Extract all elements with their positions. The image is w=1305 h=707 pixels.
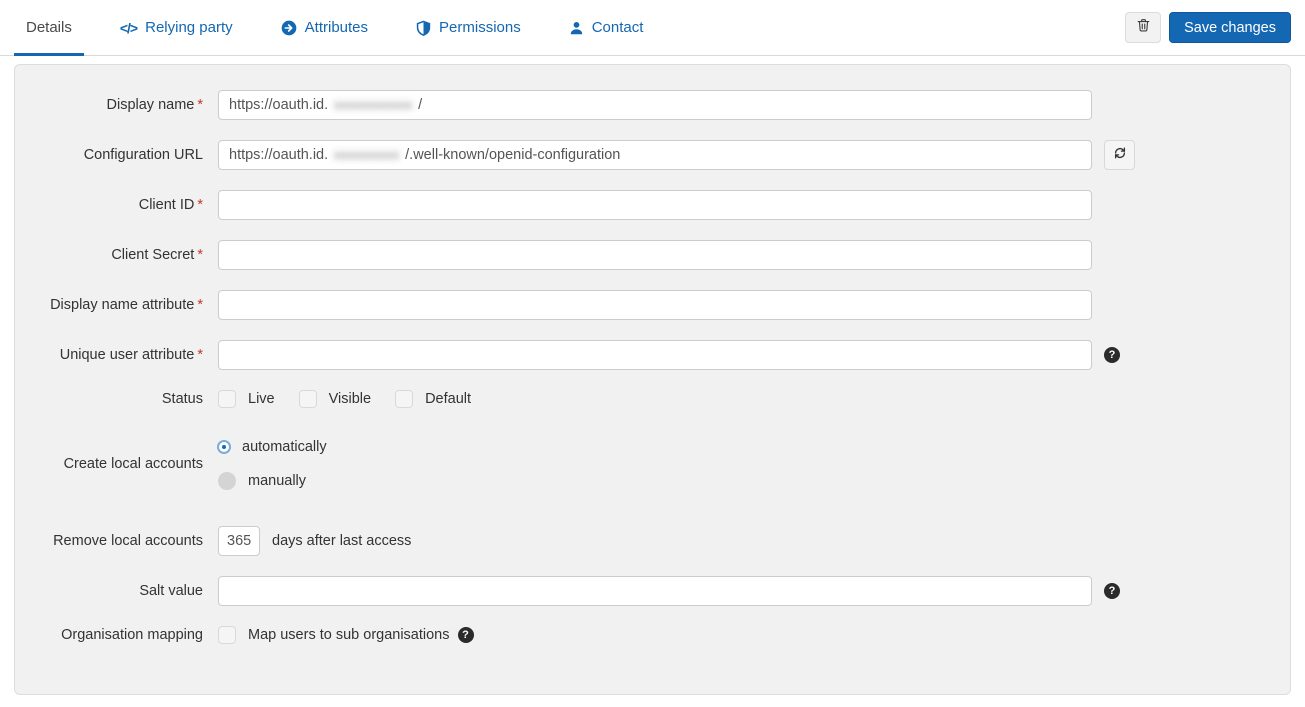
required-marker: * — [197, 247, 203, 263]
configuration-url-input[interactable]: https://oauth.id.xxxxxxxxxx/.well-known/… — [218, 140, 1092, 170]
tab-permissions[interactable]: Permissions — [404, 0, 533, 55]
status-label: Status — [15, 391, 203, 407]
question-circle-icon[interactable]: ? — [458, 627, 474, 643]
user-icon — [569, 20, 584, 36]
display-name-value-prefix: https://oauth.id. — [229, 97, 328, 113]
client-secret-row: Client Secret* — [15, 240, 1290, 270]
automatically-radio[interactable] — [219, 442, 229, 452]
automatically-radio-label: automatically — [242, 439, 327, 455]
tab-attributes-label: Attributes — [305, 19, 368, 36]
arrow-circle-right-icon — [281, 20, 297, 36]
client-secret-label: Client Secret* — [15, 247, 203, 263]
configuration-url-label: Configuration URL — [15, 147, 203, 163]
status-option-default: Default — [395, 390, 471, 408]
status-option-live: Live — [218, 390, 275, 408]
display-name-value-redacted: xxxxxxxxxxxx — [329, 96, 417, 114]
display-name-value-suffix: / — [418, 97, 422, 113]
configuration-url-value-redacted: xxxxxxxxxx — [329, 146, 404, 164]
organisation-mapping-option: Map users to sub organisations ? — [218, 626, 474, 644]
visible-checkbox[interactable] — [299, 390, 317, 408]
visible-checkbox-label: Visible — [329, 391, 371, 407]
create-local-accounts-radio-group: automatically manually — [218, 432, 327, 496]
tab-contact-label: Contact — [592, 19, 644, 36]
required-marker: * — [197, 297, 203, 313]
tab-relying-party[interactable]: </> Relying party — [108, 0, 245, 55]
required-marker: * — [197, 197, 203, 213]
remove-local-accounts-suffix: days after last access — [272, 533, 411, 549]
delete-button[interactable] — [1125, 12, 1161, 43]
configuration-url-value-suffix: /.well-known/openid-configuration — [405, 147, 620, 163]
tab-contact[interactable]: Contact — [557, 0, 656, 55]
live-checkbox-label: Live — [248, 391, 275, 407]
remove-local-accounts-label: Remove local accounts — [15, 533, 203, 549]
save-button-label: Save changes — [1184, 20, 1276, 36]
organisation-mapping-label: Organisation mapping — [15, 627, 203, 643]
question-circle-icon[interactable]: ? — [1104, 347, 1120, 363]
manually-radio-label: manually — [248, 473, 306, 489]
shield-icon — [416, 20, 431, 36]
tab-attributes[interactable]: Attributes — [269, 0, 380, 55]
tab-details[interactable]: Details — [14, 0, 84, 55]
map-users-checkbox[interactable] — [218, 626, 236, 644]
question-circle-icon[interactable]: ? — [1104, 583, 1120, 599]
display-name-label: Display name* — [15, 97, 203, 113]
create-local-accounts-row: Create local accounts automatically manu… — [15, 432, 1290, 496]
trash-icon — [1136, 17, 1151, 38]
salt-value-row: Salt value ? — [15, 576, 1290, 606]
remove-local-accounts-row: Remove local accounts days after last ac… — [15, 526, 1290, 556]
display-name-attribute-row: Display name attribute* — [15, 290, 1290, 320]
tabs: Details </> Relying party Attributes Per… — [14, 0, 679, 55]
remove-local-accounts-input[interactable] — [218, 526, 260, 556]
code-icon: </> — [120, 20, 137, 36]
default-checkbox[interactable] — [395, 390, 413, 408]
map-users-checkbox-label: Map users to sub organisations — [248, 627, 450, 643]
display-name-attribute-input[interactable] — [218, 290, 1092, 320]
client-id-row: Client ID* — [15, 190, 1290, 220]
status-option-visible: Visible — [299, 390, 371, 408]
live-checkbox[interactable] — [218, 390, 236, 408]
client-id-label: Client ID* — [15, 197, 203, 213]
required-marker: * — [197, 347, 203, 363]
organisation-mapping-row: Organisation mapping Map users to sub or… — [15, 626, 1290, 644]
display-name-input[interactable]: https://oauth.id.xxxxxxxxxxxx/ — [218, 90, 1092, 120]
details-form-panel: Display name* https://oauth.id.xxxxxxxxx… — [14, 64, 1291, 695]
salt-value-input[interactable] — [218, 576, 1092, 606]
tab-relying-party-label: Relying party — [145, 19, 233, 36]
radio-option-automatically: automatically — [218, 432, 327, 462]
configuration-url-row: Configuration URL https://oauth.id.xxxxx… — [15, 140, 1290, 170]
unique-user-attribute-row: Unique user attribute* ? — [15, 340, 1290, 370]
configuration-url-value-prefix: https://oauth.id. — [229, 147, 328, 163]
manually-radio[interactable] — [218, 472, 236, 490]
client-id-input[interactable] — [218, 190, 1092, 220]
tab-details-label: Details — [26, 19, 72, 36]
refresh-icon — [1113, 146, 1127, 165]
tab-bar: Details </> Relying party Attributes Per… — [0, 0, 1305, 56]
create-local-accounts-label: Create local accounts — [15, 456, 203, 472]
refresh-configuration-button[interactable] — [1104, 140, 1135, 170]
save-button[interactable]: Save changes — [1169, 12, 1291, 43]
display-name-row: Display name* https://oauth.id.xxxxxxxxx… — [15, 90, 1290, 120]
salt-value-label: Salt value — [15, 583, 203, 599]
tab-permissions-label: Permissions — [439, 19, 521, 36]
status-row: Status Live Visible Default — [15, 390, 1290, 408]
header-actions: Save changes — [1125, 0, 1291, 55]
default-checkbox-label: Default — [425, 391, 471, 407]
client-secret-input[interactable] — [218, 240, 1092, 270]
display-name-attribute-label: Display name attribute* — [15, 297, 203, 313]
unique-user-attribute-input[interactable] — [218, 340, 1092, 370]
unique-user-attribute-label: Unique user attribute* — [15, 347, 203, 363]
required-marker: * — [197, 97, 203, 113]
radio-option-manually: manually — [218, 466, 327, 496]
